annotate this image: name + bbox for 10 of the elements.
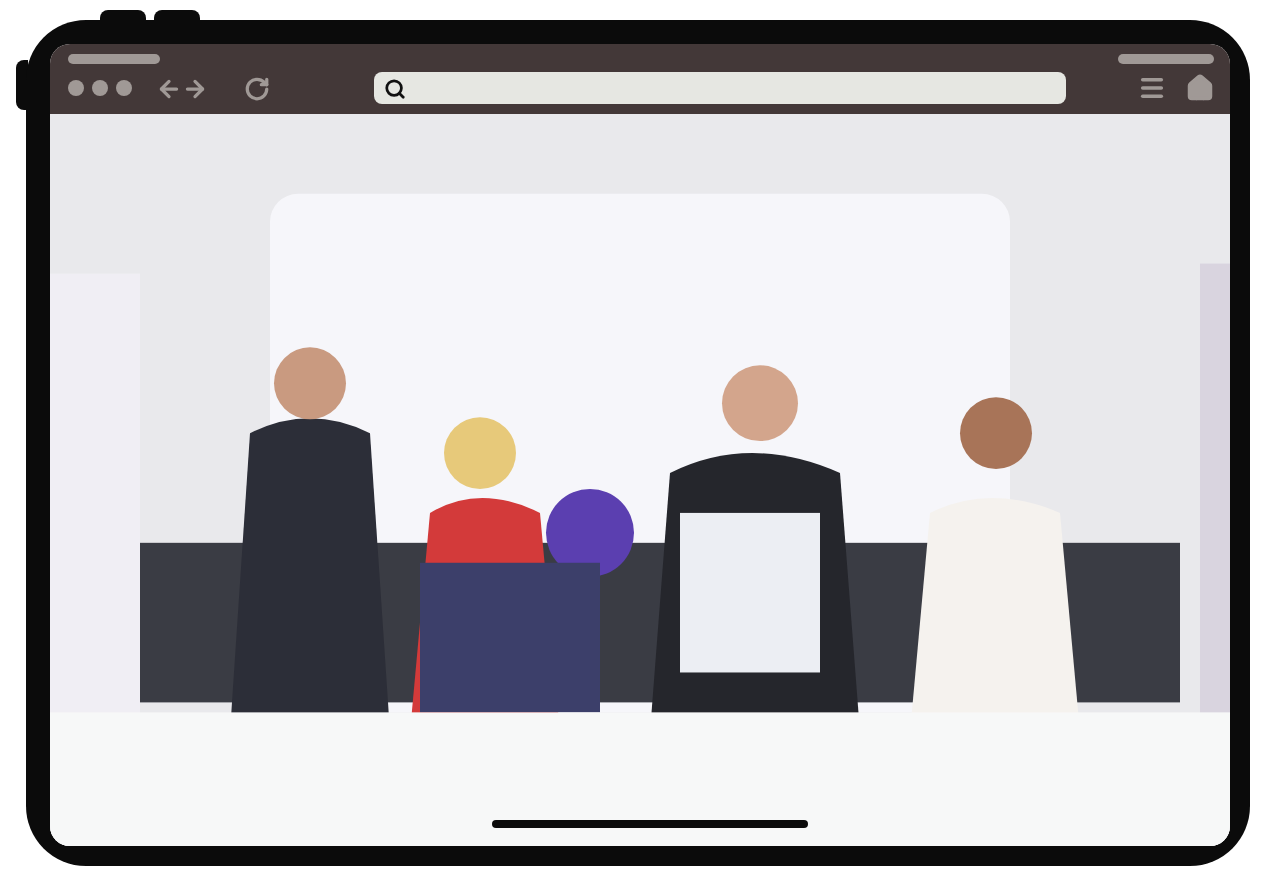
bar-icon (68, 54, 160, 64)
menu-icon[interactable] (1138, 74, 1166, 102)
window-dots-icon[interactable] (68, 78, 136, 98)
reload-icon[interactable] (244, 75, 270, 101)
back-icon[interactable] (156, 75, 182, 101)
bar-icon (1118, 54, 1214, 64)
forward-icon[interactable] (182, 75, 208, 101)
search-icon (384, 77, 406, 99)
home-icon[interactable] (1186, 74, 1214, 102)
address-field[interactable] (374, 72, 1066, 104)
